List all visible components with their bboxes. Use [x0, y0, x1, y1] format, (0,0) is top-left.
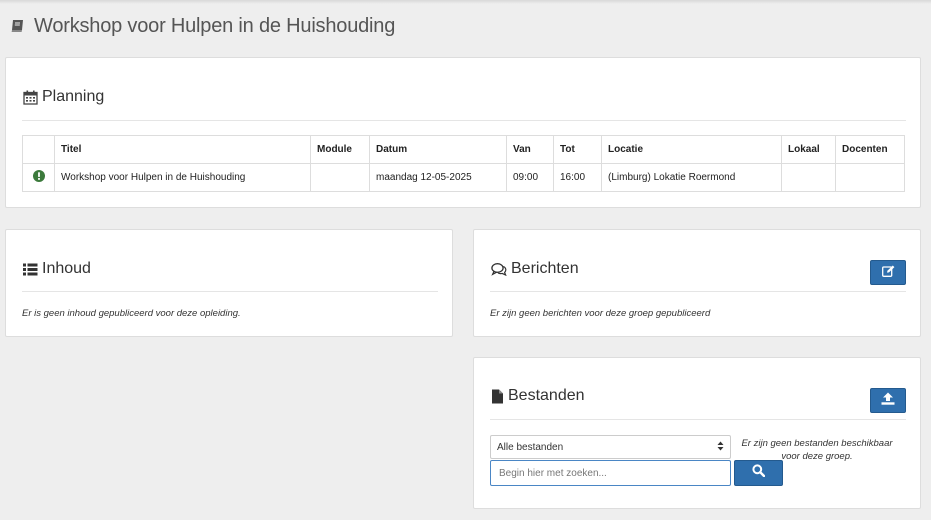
planning-divider [22, 120, 906, 121]
table-row[interactable]: Workshop voor Hulpen in de Huishouding m… [22, 163, 905, 192]
select-arrows-icon [717, 441, 724, 454]
cell-titel[interactable]: Workshop voor Hulpen in de Huishouding [54, 163, 311, 192]
column-header-locatie[interactable]: Locatie [601, 135, 782, 164]
file-filter-select[interactable]: Alle bestanden [490, 435, 731, 459]
bestanden-panel: Bestanden Alle bestanden Er zijn geen be [473, 357, 921, 509]
cell-lokaal [781, 163, 836, 192]
cell-locatie: (Limburg) Lokatie Roermond [601, 163, 782, 192]
calendar-icon [23, 90, 38, 105]
cell-van: 09:00 [506, 163, 554, 192]
planning-panel: Planning Titel Module Datum Van Tot Loca… [5, 57, 921, 208]
column-header-titel[interactable]: Titel [54, 135, 311, 164]
inhoud-divider [22, 291, 438, 292]
column-header-module[interactable]: Module [310, 135, 370, 164]
berichten-heading: Berichten [491, 260, 579, 278]
berichten-panel: Berichten Er zijn geen berichten voor de… [473, 229, 921, 337]
cell-module [310, 163, 370, 192]
upload-button[interactable] [870, 388, 906, 413]
exclamation-circle-icon [32, 170, 45, 185]
column-header-van[interactable]: Van [506, 135, 554, 164]
bestanden-empty-message: Er zijn geen bestanden beschikbaar voor … [741, 438, 893, 462]
inhoud-panel: Inhoud Er is geen inhoud gepubliceerd vo… [5, 229, 453, 337]
inhoud-empty-message: Er is geen inhoud gepubliceerd voor deze… [22, 308, 241, 319]
planning-title: Planning [42, 88, 105, 105]
search-button[interactable] [734, 460, 783, 486]
column-header-docenten[interactable]: Docenten [835, 135, 905, 164]
list-icon [23, 263, 38, 276]
berichten-title: Berichten [511, 260, 579, 277]
planning-heading: Planning [23, 88, 104, 106]
page-title: Workshop voor Hulpen in de Huishouding [34, 14, 396, 37]
table-header-row: Titel Module Datum Van Tot Locatie Lokaa… [22, 135, 905, 164]
book-icon [10, 18, 26, 34]
berichten-divider [490, 291, 906, 292]
page-header: Workshop voor Hulpen in de Huishouding [10, 12, 395, 40]
status-cell [22, 163, 55, 192]
edit-icon [881, 264, 895, 282]
cell-docenten [835, 163, 905, 192]
top-shadow [0, 0, 931, 4]
bestanden-divider [490, 419, 906, 420]
inhoud-title: Inhoud [42, 260, 91, 277]
inhoud-heading: Inhoud [23, 260, 91, 278]
comments-icon [491, 262, 507, 276]
planning-table: Titel Module Datum Van Tot Locatie Lokaa… [22, 135, 905, 192]
cell-datum: maandag 12-05-2025 [369, 163, 507, 192]
column-header-tot[interactable]: Tot [553, 135, 602, 164]
file-search-input[interactable] [490, 460, 731, 486]
new-message-button[interactable] [870, 260, 906, 285]
file-icon [491, 389, 504, 404]
column-header-status [22, 135, 55, 164]
bestanden-title: Bestanden [508, 387, 585, 404]
column-header-datum[interactable]: Datum [369, 135, 507, 164]
cell-tot: 16:00 [553, 163, 602, 192]
upload-icon [881, 392, 895, 410]
search-icon [752, 464, 766, 482]
berichten-empty-message: Er zijn geen berichten voor deze groep g… [490, 308, 711, 319]
file-filter-value: Alle bestanden [497, 441, 564, 453]
column-header-lokaal[interactable]: Lokaal [781, 135, 836, 164]
bestanden-heading: Bestanden [491, 387, 585, 405]
